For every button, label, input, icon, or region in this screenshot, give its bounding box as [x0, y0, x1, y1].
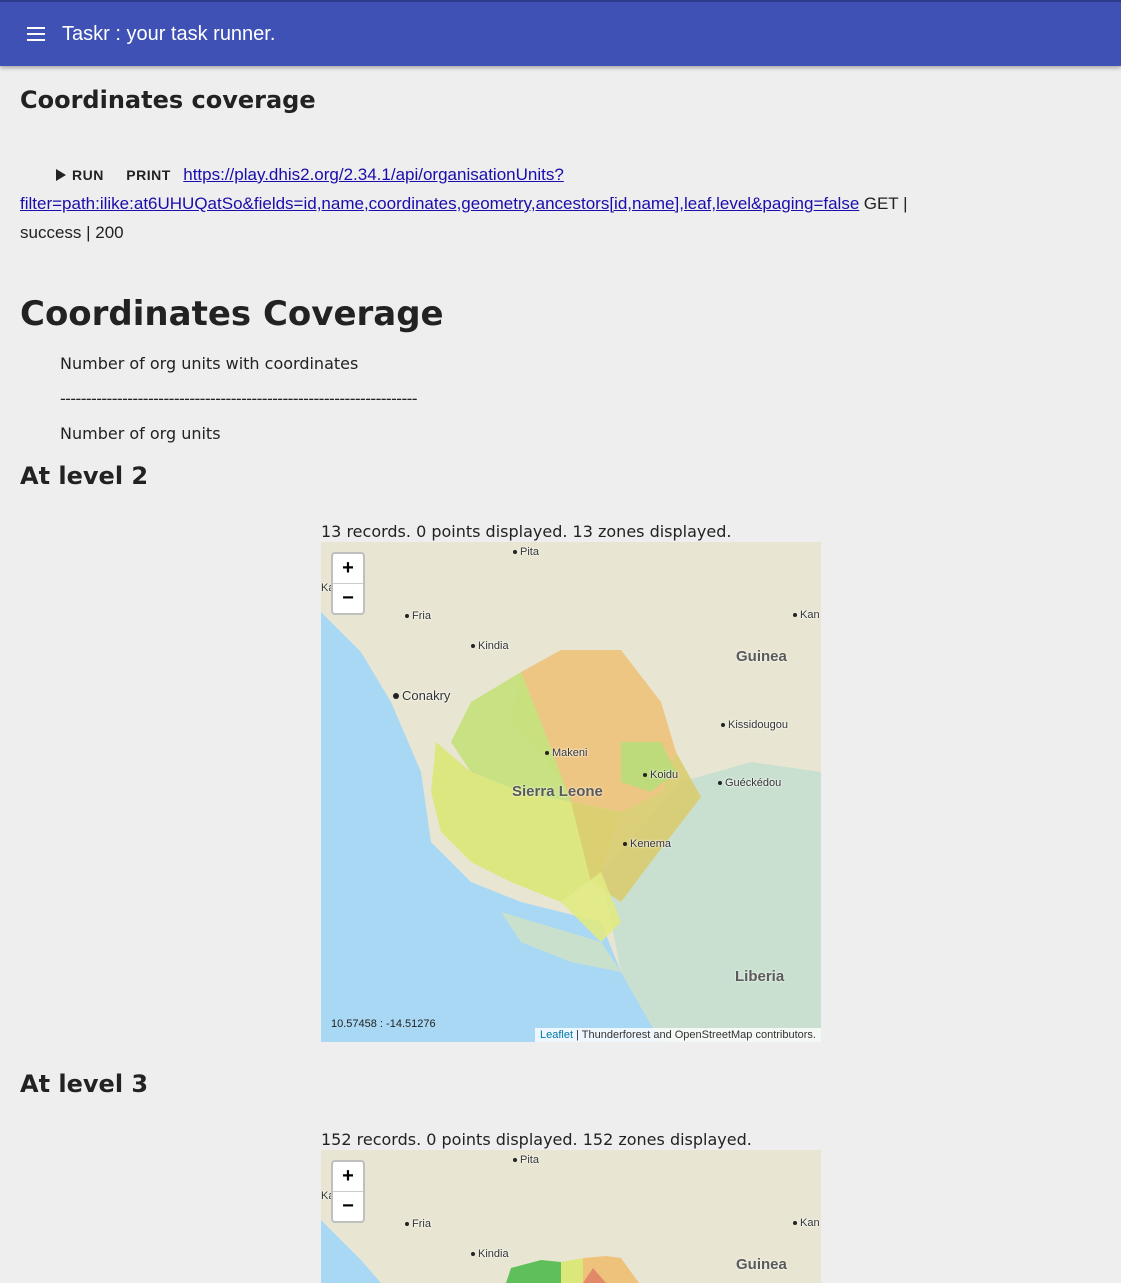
attribution-text: | Thunderforest and OpenStreetMap contri…	[573, 1029, 816, 1041]
place-gueckedou: Guéckédou	[718, 777, 781, 789]
place-kissidougou: Kissidougou	[721, 719, 788, 731]
place-fria: Fria	[405, 1218, 431, 1230]
level-2-summary: 13 records. 0 points displayed. 13 zones…	[321, 522, 732, 541]
task-line: RUN PRINT https://play.dhis2.org/2.34.1/…	[20, 161, 920, 248]
zoom-in-button[interactable]: +	[333, 554, 363, 584]
country-liberia: Liberia	[735, 968, 785, 985]
place-conakry: Conakry	[393, 688, 450, 703]
place-makeni: Makeni	[545, 747, 587, 759]
mouse-coordinates: 10.57458 : -14.51276	[331, 1018, 436, 1030]
ratio-separator: ----------------------------------------…	[60, 389, 418, 408]
zoom-out-button[interactable]: −	[333, 1192, 363, 1221]
level-3-summary: 152 records. 0 points displayed. 152 zon…	[321, 1130, 752, 1149]
run-label: RUN	[72, 167, 104, 183]
country-guinea: Guinea	[736, 1256, 787, 1273]
zoom-control: + −	[331, 1160, 365, 1223]
place-kan: Kan	[793, 1217, 820, 1229]
map-attribution: Leaflet | Thunderforest and OpenStreetMa…	[535, 1028, 821, 1042]
place-kan: Kan	[793, 609, 820, 621]
app-title: Taskr : your task runner.	[62, 22, 276, 45]
country-sierra-leone: Sierra Leone	[512, 783, 603, 800]
level-2-heading: At level 2	[20, 462, 149, 490]
place-koidu: Koidu	[643, 769, 678, 781]
play-icon	[56, 169, 66, 181]
run-button[interactable]: RUN	[56, 161, 104, 189]
place-kenema: Kenema	[623, 838, 671, 850]
ratio-numerator: Number of org units with coordinates	[60, 354, 359, 373]
level-3-heading: At level 3	[20, 1070, 149, 1098]
leaflet-link[interactable]: Leaflet	[540, 1029, 573, 1041]
zoom-in-button[interactable]: +	[333, 1162, 363, 1192]
app-bar: Taskr : your task runner.	[0, 0, 1121, 66]
country-guinea: Guinea	[736, 648, 787, 665]
place-fria: Fria	[405, 610, 431, 622]
section-title: Coordinates coverage	[20, 86, 316, 114]
report-title: Coordinates Coverage	[20, 294, 444, 334]
print-button[interactable]: PRINT	[126, 161, 171, 189]
place-pita: Pita	[513, 1154, 539, 1166]
place-pita: Pita	[513, 546, 539, 558]
menu-icon[interactable]	[24, 22, 48, 46]
place-kindia: Kindia	[471, 640, 509, 652]
zoom-control: + −	[331, 552, 365, 615]
level-2-map[interactable]: Pita Ka Fria Kan Kindia Conakry Kissidou…	[321, 542, 821, 1042]
place-kindia: Kindia	[471, 1248, 509, 1260]
level-3-map[interactable]: Pita Ka Fria Kan Kindia Guinea + −	[321, 1150, 821, 1283]
zoom-out-button[interactable]: −	[333, 584, 363, 613]
ratio-denominator: Number of org units	[60, 424, 221, 443]
